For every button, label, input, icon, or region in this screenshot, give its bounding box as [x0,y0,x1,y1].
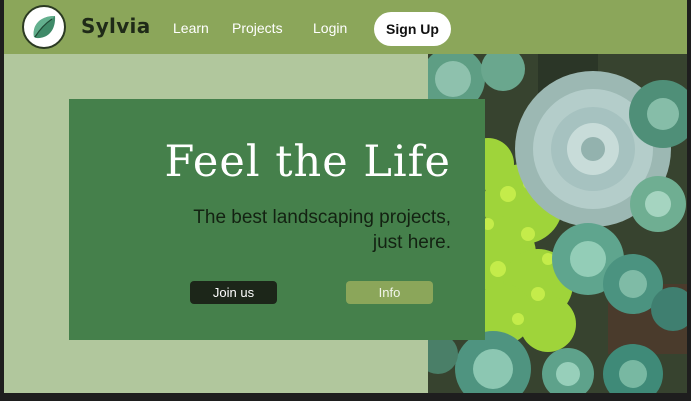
hero-subtitle-line-2: just here. [372,232,451,253]
info-button[interactable]: Info [346,281,433,304]
nav-projects-link[interactable]: Projects [232,20,283,36]
hero-subtitle-line-1: The best landscaping projects, [193,207,451,228]
signup-button[interactable]: Sign Up [374,12,451,46]
leaf-icon [33,16,56,39]
nav-login-link[interactable]: Login [313,20,347,36]
logo[interactable] [22,5,66,49]
hero-title: Feel the Life [164,137,451,187]
page-frame: Sylvia Learn Projects Login Sign Up Feel… [4,0,687,393]
nav-learn-link[interactable]: Learn [173,20,209,36]
hero-card: Feel the Life The best landscaping proje… [69,99,485,340]
join-us-button[interactable]: Join us [190,281,277,304]
navbar: Sylvia Learn Projects Login Sign Up [4,0,687,54]
brand-name: Sylvia [81,14,151,38]
hero-subtitle: The best landscaping projects, just here… [131,205,451,255]
